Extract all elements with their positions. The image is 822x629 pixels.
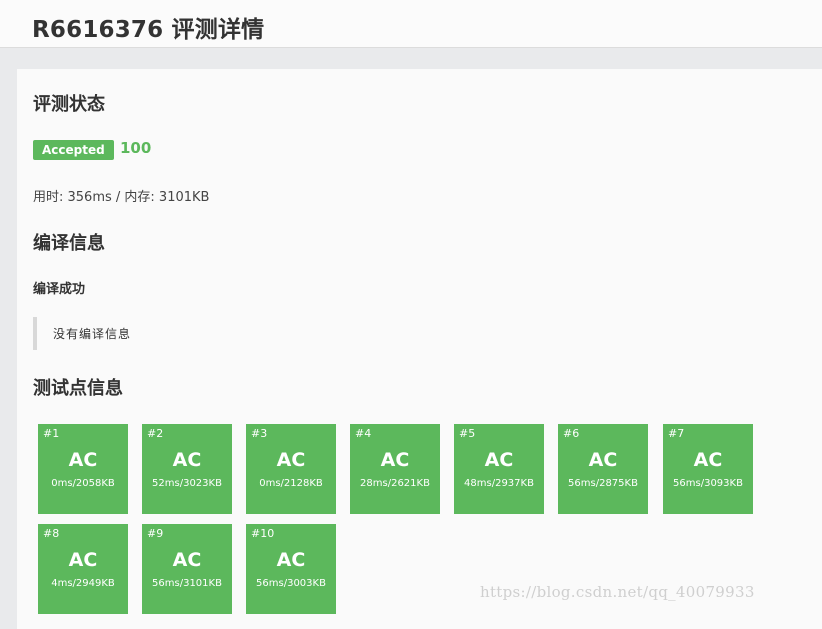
- test-case-result: AC: [68, 549, 98, 571]
- test-case-tile[interactable]: #1 AC 0ms/2058KB: [38, 424, 128, 514]
- test-case-stat: 4ms/2949KB: [51, 578, 115, 589]
- compile-heading: 编译信息: [33, 233, 105, 254]
- test-case-stat: 48ms/2937KB: [464, 478, 534, 489]
- test-case-result: AC: [588, 449, 618, 471]
- test-case-tile[interactable]: #2 AC 52ms/3023KB: [142, 424, 232, 514]
- test-case-id: #9: [147, 527, 164, 540]
- test-case-result: AC: [693, 449, 723, 471]
- test-case-result: AC: [68, 449, 98, 471]
- page-header: R6616376 评测详情: [0, 0, 822, 48]
- compile-message-box: 没有编译信息: [33, 317, 793, 350]
- test-case-stat: 56ms/2875KB: [568, 478, 638, 489]
- test-case-id: #1: [43, 427, 60, 440]
- test-case-tile[interactable]: #8 AC 4ms/2949KB: [38, 524, 128, 614]
- test-case-tile[interactable]: #9 AC 56ms/3101KB: [142, 524, 232, 614]
- status-heading: 评测状态: [33, 94, 105, 115]
- test-case-tile[interactable]: #10 AC 56ms/3003KB: [246, 524, 336, 614]
- status-badge: Accepted: [33, 140, 114, 160]
- test-case-stat: 0ms/2058KB: [51, 478, 115, 489]
- compile-status: 编译成功: [33, 282, 86, 297]
- test-case-stat: 28ms/2621KB: [360, 478, 430, 489]
- test-case-id: #4: [355, 427, 372, 440]
- test-case-id: #3: [251, 427, 268, 440]
- test-case-stat: 52ms/3023KB: [152, 478, 222, 489]
- test-case-id: #7: [668, 427, 685, 440]
- test-case-result: AC: [276, 449, 306, 471]
- test-case-stat: 56ms/3003KB: [256, 578, 326, 589]
- test-case-tile[interactable]: #5 AC 48ms/2937KB: [454, 424, 544, 514]
- test-case-id: #8: [43, 527, 60, 540]
- time-memory-stats: 用时: 356ms / 内存: 3101KB: [33, 190, 210, 205]
- watermark: https://blog.csdn.net/qq_40079933: [480, 583, 755, 601]
- test-case-result: AC: [276, 549, 306, 571]
- test-case-id: #5: [459, 427, 476, 440]
- test-case-id: #2: [147, 427, 164, 440]
- tests-heading: 测试点信息: [33, 378, 123, 399]
- test-case-stat: 0ms/2128KB: [259, 478, 323, 489]
- test-case-stat: 56ms/3101KB: [152, 578, 222, 589]
- test-case-tile[interactable]: #4 AC 28ms/2621KB: [350, 424, 440, 514]
- result-panel: 评测状态 Accepted 100 用时: 356ms / 内存: 3101KB…: [17, 69, 822, 629]
- test-case-id: #6: [563, 427, 580, 440]
- test-case-result: AC: [172, 449, 202, 471]
- test-case-tile[interactable]: #6 AC 56ms/2875KB: [558, 424, 648, 514]
- score-value: 100: [120, 139, 152, 157]
- test-case-result: AC: [172, 549, 202, 571]
- test-case-id: #10: [251, 527, 275, 540]
- page-title: R6616376 评测详情: [32, 17, 265, 43]
- test-case-result: AC: [380, 449, 410, 471]
- compile-message: 没有编译信息: [53, 327, 132, 341]
- test-case-result: AC: [484, 449, 514, 471]
- test-case-tile[interactable]: #3 AC 0ms/2128KB: [246, 424, 336, 514]
- test-case-stat: 56ms/3093KB: [673, 478, 743, 489]
- test-case-tile[interactable]: #7 AC 56ms/3093KB: [663, 424, 753, 514]
